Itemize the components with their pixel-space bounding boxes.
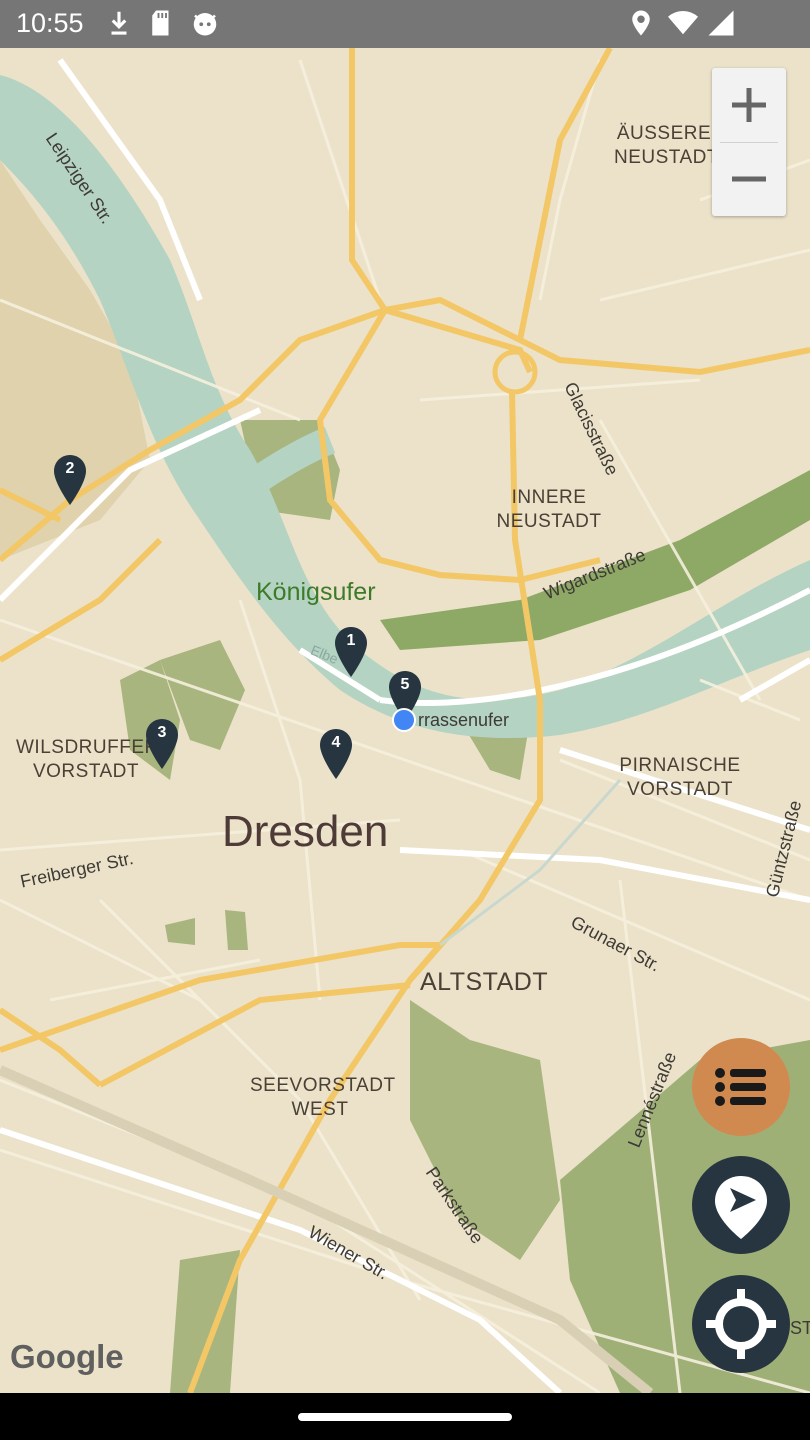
wifi-icon bbox=[668, 11, 698, 35]
home-handle[interactable] bbox=[298, 1413, 512, 1421]
map-marker-3[interactable]: 3 bbox=[145, 718, 179, 775]
google-attribution: Google bbox=[10, 1338, 124, 1375]
map-view[interactable]: Leipziger Str. ÄUSSERE NEUSTADT Glacisstr… bbox=[0, 48, 810, 1393]
status-bar: 10:55 bbox=[0, 0, 810, 48]
zoom-out-button[interactable] bbox=[712, 142, 786, 216]
download-icon bbox=[111, 11, 127, 35]
my-location-button[interactable] bbox=[692, 1275, 790, 1373]
park-label-koenigsufer: Königsufer bbox=[256, 578, 376, 606]
navigate-button[interactable] bbox=[692, 1156, 790, 1254]
district-label-aeussere-neustadt: ÄUSSERE NEUSTADT bbox=[614, 123, 719, 168]
zoom-in-button[interactable] bbox=[712, 68, 786, 142]
marker-number: 2 bbox=[65, 460, 75, 477]
system-nav-bar bbox=[0, 1393, 810, 1440]
district-label-wilsdruffer-vorstadt: WILSDRUFFER VORSTADT bbox=[16, 737, 159, 782]
sd-card-icon bbox=[152, 10, 169, 36]
district-label-altstadt: ALTSTADT bbox=[420, 968, 549, 996]
navigation-pin-icon bbox=[715, 1176, 767, 1239]
cat-icon bbox=[193, 13, 217, 36]
city-label-dresden: Dresden bbox=[222, 807, 389, 856]
battery-icon bbox=[708, 10, 734, 36]
street-label-edge: ST bbox=[790, 1318, 810, 1338]
district-label-pirnaische-vorstadt: PIRNAISCHE VORSTADT bbox=[619, 755, 741, 800]
marker-number: 1 bbox=[346, 632, 356, 649]
current-location-dot bbox=[392, 708, 416, 732]
marker-number: 3 bbox=[157, 724, 167, 741]
marker-number: 5 bbox=[400, 676, 410, 693]
map-marker-4[interactable]: 4 bbox=[319, 728, 353, 785]
zoom-controls bbox=[712, 68, 786, 216]
list-icon bbox=[715, 1068, 766, 1106]
plus-icon bbox=[732, 88, 766, 122]
district-label-innere-neustadt: INNERE NEUSTADT bbox=[496, 487, 602, 532]
location-icon bbox=[632, 10, 650, 36]
map-marker-2[interactable]: 2 bbox=[53, 454, 87, 511]
crosshair-icon bbox=[706, 1289, 776, 1359]
list-button[interactable] bbox=[692, 1038, 790, 1136]
map-marker-1[interactable]: 1 bbox=[334, 626, 368, 683]
marker-number: 4 bbox=[331, 734, 341, 751]
minus-icon bbox=[732, 176, 766, 182]
status-time: 10:55 bbox=[16, 8, 84, 38]
district-label-seevorstadt-west: SEEVORSTADT WEST bbox=[250, 1075, 396, 1120]
street-label-terrassenufer: rrassenufer bbox=[418, 710, 510, 730]
